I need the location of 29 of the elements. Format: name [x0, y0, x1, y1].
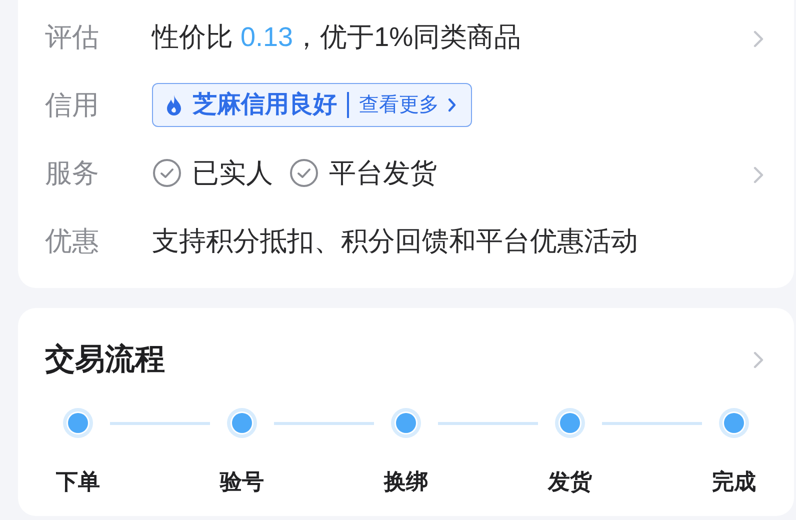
step-dot-icon [63, 408, 93, 438]
step-dot-icon [391, 408, 421, 438]
service-label: 平台发货 [329, 156, 437, 190]
row-label: 服务 [45, 156, 100, 190]
flame-icon [165, 94, 183, 116]
credit-status: 芝麻信用良好 [193, 90, 337, 120]
chevron-right-icon[interactable] [752, 350, 764, 370]
row-label: 评估 [45, 20, 100, 54]
section-title: 交易流程 [45, 342, 166, 378]
step-label: 下单 [56, 468, 100, 496]
step-label: 完成 [712, 468, 756, 496]
row-value: 支持积分抵扣、积分回馈和平台优惠活动 [152, 224, 638, 258]
row-label: 信用 [45, 88, 100, 122]
step-label: 验号 [220, 468, 264, 496]
step-label: 换绑 [384, 468, 428, 496]
check-circle-icon [289, 158, 319, 188]
step-dot-icon [227, 408, 257, 438]
service-label: 已实人 [192, 156, 273, 190]
step-dot-icon [719, 408, 749, 438]
chevron-right-icon [447, 97, 457, 113]
step-label: 发货 [548, 468, 592, 496]
chevron-right-icon[interactable] [752, 165, 764, 185]
row-label: 优惠 [45, 224, 100, 258]
view-more-link[interactable]: 查看更多 [359, 90, 439, 120]
step-dot-icon [555, 408, 585, 438]
chevron-right-icon[interactable] [752, 29, 764, 49]
check-circle-icon [152, 158, 182, 188]
credit-badge[interactable]: 芝麻信用良好 查看更多 [152, 83, 472, 127]
row-value: 性价比 0.13，优于1%同类商品 [152, 20, 522, 54]
